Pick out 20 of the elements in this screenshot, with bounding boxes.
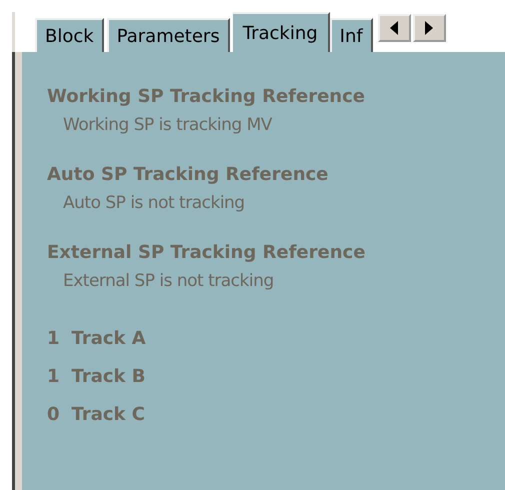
- track-label: Track C: [72, 403, 145, 427]
- status-text: Working SP is tracking MV: [62, 114, 274, 137]
- track-value: 1: [47, 365, 60, 389]
- section-heading: External SP Tracking Reference: [47, 241, 366, 265]
- tab[interactable]: Parameters: [106, 18, 230, 52]
- right-arrow-icon: [425, 21, 434, 35]
- status-text: Auto SP is not tracking: [62, 192, 246, 215]
- scroll-left-button[interactable]: [378, 14, 411, 42]
- section-heading: Auto SP Tracking Reference: [47, 163, 330, 187]
- section-heading: Working SP Tracking Reference: [47, 85, 366, 109]
- track-value: 0: [47, 403, 60, 427]
- tab[interactable]: Tracking: [232, 12, 330, 52]
- track-label: Track B: [72, 365, 146, 389]
- tab[interactable]: Block: [35, 18, 104, 52]
- tab[interactable]: Inf: [330, 18, 373, 52]
- scroll-right-button[interactable]: [412, 14, 446, 42]
- status-text: External SP is not tracking: [62, 270, 275, 293]
- track-label: Track A: [72, 327, 146, 351]
- track-value: 1: [47, 327, 60, 351]
- left-arrow-icon: [390, 21, 398, 35]
